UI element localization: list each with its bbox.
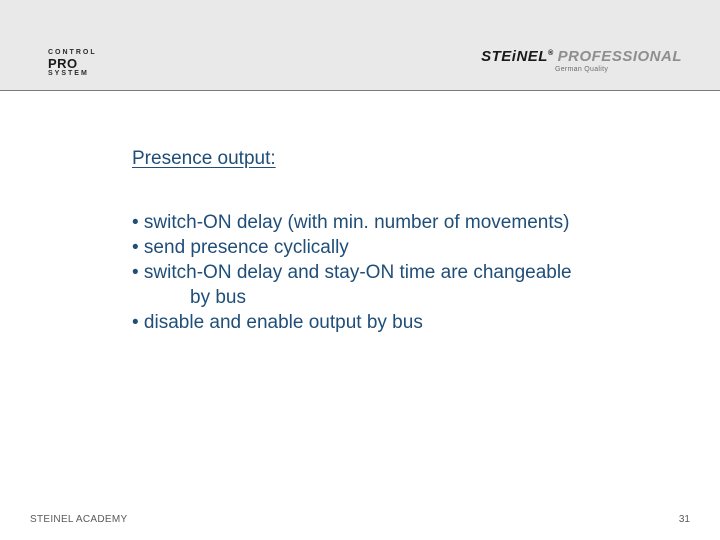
brand-tagline: German Quality xyxy=(481,66,682,73)
footer-label: STEINEL ACADEMY xyxy=(30,514,128,525)
bullet-item: • switch-ON delay and stay-ON time are c… xyxy=(132,260,662,285)
brand-main: STEiNEL xyxy=(481,48,548,65)
bullet-item-continuation: by bus xyxy=(132,285,662,310)
bullet-item: • send presence cyclically xyxy=(132,235,662,260)
brand-line: STEiNEL® PROFESSIONAL xyxy=(481,48,682,65)
registered-mark: ® xyxy=(548,50,554,57)
content-area: Presence output: • switch-ON delay (with… xyxy=(132,148,662,335)
section-title: Presence output: xyxy=(132,148,662,170)
slide: CONTROL PRO SYSTEM STEiNEL® PROFESSIONAL … xyxy=(0,0,720,540)
bullet-item: • disable and enable output by bus xyxy=(132,310,662,335)
logo-left-line3: SYSTEM xyxy=(48,71,128,77)
control-pro-logo: CONTROL PRO SYSTEM xyxy=(48,50,128,76)
header-bar: CONTROL PRO SYSTEM STEiNEL® PROFESSIONAL … xyxy=(0,0,720,91)
bullet-item: • switch-ON delay (with min. number of m… xyxy=(132,210,662,235)
logo-left-line2: PRO xyxy=(48,57,128,70)
page-number: 31 xyxy=(679,514,690,525)
brand-sub: PROFESSIONAL xyxy=(558,48,682,65)
bullet-list: • switch-ON delay (with min. number of m… xyxy=(132,210,662,335)
steinel-logo: STEiNEL® PROFESSIONAL German Quality xyxy=(481,48,682,73)
